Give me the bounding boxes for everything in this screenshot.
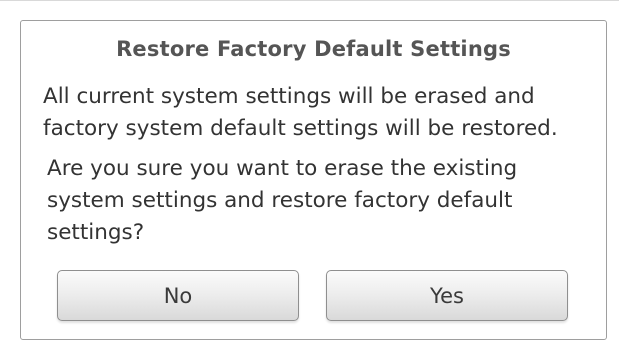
dialog-info-message: All current system settings will be eras… <box>43 84 558 141</box>
top-divider <box>0 0 619 1</box>
yes-button[interactable]: Yes <box>326 270 568 321</box>
dialog-confirm-message: Are you sure you want to erase the exist… <box>47 156 518 245</box>
page: Restore Factory Default Settings All cur… <box>0 0 619 349</box>
no-button[interactable]: No <box>57 270 299 321</box>
dialog-title: Restore Factory Default Settings <box>116 37 511 61</box>
restore-defaults-dialog: Restore Factory Default Settings All cur… <box>20 20 607 340</box>
